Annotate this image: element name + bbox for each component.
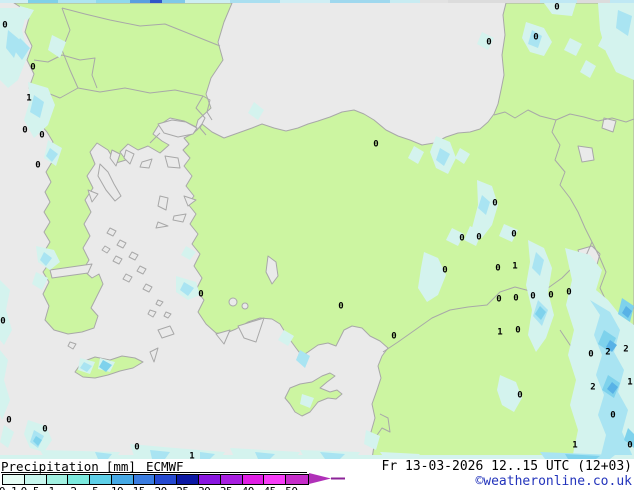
precip-value-label: 0 [517,391,522,401]
precip-value-label: 0 [554,3,559,13]
legend-color-segment [24,475,47,484]
precip-value-label: 2 [590,383,595,393]
legend-units: [mm] [105,459,136,474]
legend-tick-label: 0.5 [21,485,40,490]
top-edge-strip [0,0,634,3]
precip-value-label: 0 [566,288,571,298]
precip-value-label: 0 [588,350,593,360]
precip-value-label: 0 [476,233,481,243]
legend-colorbar [2,474,309,485]
colorbar-arrow [309,473,345,484]
legend-model: ECMWF [145,459,184,474]
legend-title: Precipitation [mm] ECMWF [1,459,307,474]
precip-value-label: 0 [30,63,35,73]
precip-value-label: 0 [39,131,44,141]
precip-value-label: 2 [605,348,610,358]
legend-color-segment [264,475,287,484]
legend-tick-label: 1 [49,485,56,490]
precip-value-label: 1 [26,94,31,104]
precip-value-label: 0 [373,140,378,150]
precip-value-label: 0 [533,33,538,43]
precip-value-label: 0 [6,416,11,426]
legend-tick-label: 35 [220,485,233,490]
legend-color-segment [220,475,243,484]
legend-color-segment [133,475,156,484]
legend-color-segment [90,475,112,484]
precip-value-label: 0 [22,126,27,136]
precip-value-label: 0 [496,295,501,305]
precip-value-label: 0 [610,411,615,421]
precip-value-label: 0 [2,21,7,31]
legend-tick-label: 10 [111,485,124,490]
precip-value-label: 0 [513,294,518,304]
precip-value-label: 1 [512,262,517,272]
legend-tick-labels: 0.10.5125101520253035404550 [0,485,340,490]
precip-value-label: 0 [492,199,497,209]
legend-footer: Precipitation[mm]ECMWF 0.10.512510152025… [0,459,634,490]
precip-value-label: 0 [459,234,464,244]
precip-value-label: 0 [0,317,5,327]
legend-tick-label: 40 [242,485,255,490]
precip-value-label: 0 [495,264,500,274]
precip-value-label: 0 [530,292,535,302]
legend-tick-label: 45 [263,485,276,490]
legend-color-segment [68,475,91,484]
precip-value-label: 0 [442,266,447,276]
legend-tick-label: 2 [70,485,77,490]
legend-tick-label: 30 [198,485,211,490]
precip-value-label: 0 [548,291,553,301]
precip-value-label: 0 [134,443,139,453]
precip-value-label: 0 [486,38,491,48]
legend-color-segment [3,475,25,484]
legend-color-segment [46,475,69,484]
precip-value-label: 1 [572,441,577,451]
precip-value-label: 0 [198,290,203,300]
legend-color-segment [177,475,200,484]
legend-color-segment [199,475,221,484]
legend-color-segment [242,475,265,484]
legend-tick-label: 0.1 [0,485,18,490]
precip-value-label: 0 [42,425,47,435]
legend-color-segment [286,475,308,484]
precip-value-label: 0 [391,332,396,342]
precip-value-label: 0 [511,230,516,240]
legend-tick-label: 20 [154,485,167,490]
precip-value-label: 0 [627,441,632,451]
legend-tick-label: 25 [176,485,189,490]
legend-tick-label: 5 [92,485,99,490]
precip-value-label: 1 [627,378,632,388]
precip-value-label: 1 [497,328,502,338]
copyright-link[interactable]: ©weatheronline.co.uk [475,474,632,489]
precip-value-label: 0 [338,302,343,312]
precip-value-label: 1 [189,452,194,460]
legend-tick-label: 50 [285,485,298,490]
precip-value-label: 0 [515,326,520,336]
legend-parameter: Precipitation [1,459,99,474]
legend-color-segment [155,475,178,484]
precipitation-map: 0 0 1 0 0 0 0 0 0 0 0 0 0 0 0 0 0 0 0 1 0 0 1 0 0 0 0 0 0 0 1 0 0 2 2 2 1 0 0 0… [0,0,634,459]
precip-value-label: 0 [35,161,40,171]
weather-map-screenshot: 0010000000000000000100100000001002221000… [0,0,634,490]
legend-color-segment [111,475,134,484]
legend-tick-label: 15 [133,485,146,490]
forecast-datetime: Fr 13-03-2026 12..15 UTC (12+03) [381,459,632,474]
precip-value-label: 2 [623,345,628,355]
